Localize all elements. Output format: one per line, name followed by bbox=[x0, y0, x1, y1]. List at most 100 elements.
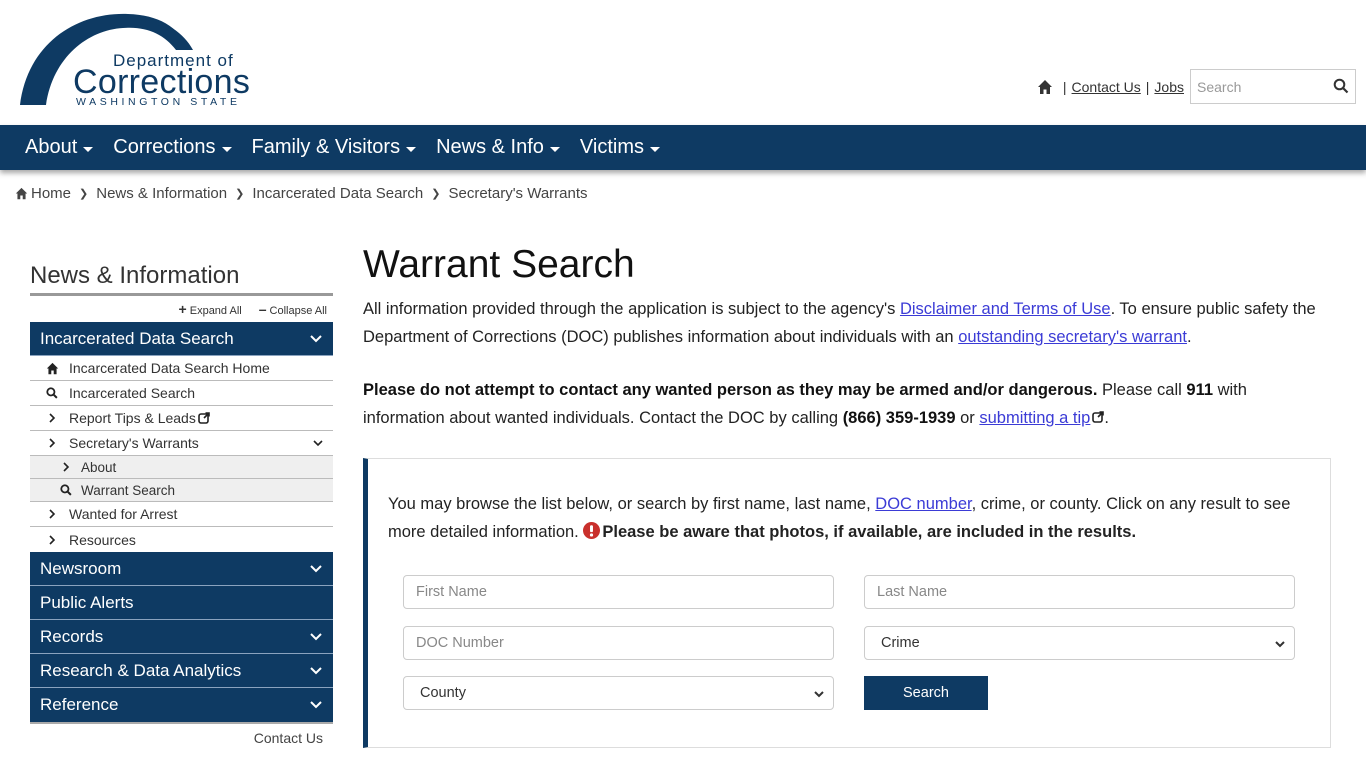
last-name-input[interactable] bbox=[865, 576, 1294, 608]
sidebar-section-public-alerts[interactable]: Public Alerts bbox=[30, 586, 333, 620]
site-search bbox=[1190, 69, 1356, 104]
sidebar-section-label: Incarcerated Data Search bbox=[40, 328, 234, 348]
nav-corrections[interactable]: Corrections bbox=[113, 136, 232, 159]
chevron-down-icon[interactable] bbox=[312, 437, 324, 449]
sidebar-item-wanted-for-arrest[interactable]: Wanted for Arrest bbox=[30, 502, 333, 527]
breadcrumb-incarcerated-data-search[interactable]: Incarcerated Data Search bbox=[252, 185, 423, 202]
contact-us-link[interactable]: Contact Us bbox=[1072, 79, 1141, 95]
sidebar-title: News & Information bbox=[30, 262, 333, 296]
sidebar-section-research-data-analytics[interactable]: Research & Data Analytics bbox=[30, 654, 333, 688]
external-link-icon bbox=[198, 412, 210, 424]
sidebar-item-report-tips-leads[interactable]: Report Tips & Leads bbox=[30, 406, 333, 431]
crime-select-value: Crime bbox=[881, 635, 920, 651]
first-name-field bbox=[403, 575, 834, 609]
nav-news-info[interactable]: News & Info bbox=[436, 136, 560, 159]
home-icon[interactable] bbox=[1037, 79, 1053, 95]
external-link-icon bbox=[1092, 411, 1105, 423]
caret-down-icon bbox=[221, 146, 232, 152]
doc-number-link[interactable]: DOC number bbox=[875, 495, 971, 513]
sidebar-item-incarcerated-data-search-home[interactable]: Incarcerated Data Search Home bbox=[30, 356, 333, 381]
expand-all-label: Expand All bbox=[189, 305, 242, 317]
warning-text: Please call bbox=[1097, 381, 1187, 399]
sidebar-section-label: Public Alerts bbox=[40, 592, 134, 612]
sidebar-item-label: About bbox=[81, 459, 117, 475]
crime-select[interactable]: Crime bbox=[864, 626, 1295, 660]
warrant-search-panel: You may browse the list below, or search… bbox=[363, 458, 1331, 748]
outstanding-warrant-link[interactable]: outstanding secretary's warrant bbox=[958, 328, 1187, 346]
county-select-value: County bbox=[420, 685, 466, 701]
breadcrumb-secretarys-warrants[interactable]: Secretary's Warrants bbox=[449, 185, 588, 202]
sidebar-section-label: Records bbox=[40, 626, 104, 646]
breadcrumb: Home ❯ News & Information ❯ Incarcerated… bbox=[15, 185, 588, 202]
breadcrumb-news-information[interactable]: News & Information bbox=[96, 185, 227, 202]
nav-victims-label: Victims bbox=[579, 136, 644, 158]
intro-text: All information provided through the app… bbox=[363, 300, 900, 318]
caret-down-icon bbox=[406, 146, 417, 152]
nav-victims[interactable]: Victims bbox=[580, 136, 660, 159]
caret-down-icon bbox=[650, 146, 660, 152]
sidebar-section-incarcerated-data-search[interactable]: Incarcerated Data Search bbox=[30, 322, 333, 356]
sidebar-item-incarcerated-search[interactable]: Incarcerated Search bbox=[30, 381, 333, 406]
nav-about-label: About bbox=[25, 136, 78, 158]
search-instructions: You may browse the list below, or search… bbox=[388, 490, 1318, 546]
sidebar-contact-us-link[interactable]: Contact Us bbox=[30, 722, 333, 746]
sidebar-item-label: Secretary's Warrants bbox=[69, 435, 199, 451]
caret-down-icon bbox=[549, 146, 560, 152]
nav-family-visitors[interactable]: Family & Visitors bbox=[252, 136, 417, 159]
search-icon bbox=[44, 387, 60, 399]
doc-number-input[interactable] bbox=[404, 627, 833, 659]
sidebar-item-label: Warrant Search bbox=[81, 482, 176, 498]
warning-text: . bbox=[1104, 409, 1109, 427]
logo-line-state: WASHINGTON STATE bbox=[76, 96, 241, 108]
nav-news-info-label: News & Info bbox=[436, 136, 544, 158]
submit-tip-link[interactable]: submitting a tip bbox=[979, 409, 1090, 427]
sidebar-section-reference[interactable]: Reference bbox=[30, 688, 333, 722]
sidebar-item-warrant-search[interactable]: Warrant Search bbox=[30, 479, 333, 502]
last-name-field bbox=[864, 575, 1295, 609]
breadcrumb-home[interactable]: Home bbox=[31, 185, 71, 202]
sidebar-section-newsroom[interactable]: Newsroom bbox=[30, 552, 333, 586]
sidebar-item-secretarys-warrants[interactable]: Secretary's Warrants bbox=[30, 431, 333, 456]
chevron-down-icon[interactable] bbox=[309, 698, 323, 712]
nav-about[interactable]: About bbox=[25, 136, 94, 159]
chevron-down-icon bbox=[814, 691, 824, 698]
page-title: Warrant Search bbox=[363, 243, 635, 286]
doc-logo[interactable]: Department of Corrections WASHINGTON STA… bbox=[18, 12, 258, 112]
site-header: Department of Corrections WASHINGTON STA… bbox=[0, 0, 1366, 125]
site-search-input[interactable] bbox=[1191, 70, 1321, 103]
home-icon bbox=[15, 187, 28, 200]
sidebar-item-label: Incarcerated Data Search Home bbox=[69, 360, 270, 376]
sidebar-item-label: Report Tips & Leads bbox=[69, 410, 196, 426]
search-icon bbox=[58, 484, 74, 496]
county-select[interactable]: County bbox=[403, 676, 834, 710]
separator: | bbox=[1145, 78, 1150, 95]
search-button[interactable]: Search bbox=[864, 676, 988, 710]
chevron-right-icon: ❯ bbox=[79, 188, 89, 200]
jobs-link[interactable]: Jobs bbox=[1154, 79, 1184, 95]
minus-icon: – bbox=[258, 301, 267, 317]
separator: | bbox=[1062, 78, 1067, 95]
search-icon[interactable] bbox=[1333, 78, 1349, 94]
chevron-down-icon[interactable] bbox=[309, 630, 323, 644]
main-content: Warrant Search All information provided … bbox=[363, 240, 1333, 432]
sidebar-item-resources[interactable]: Resources bbox=[30, 527, 333, 552]
nav-family-visitors-label: Family & Visitors bbox=[251, 136, 401, 158]
sidebar: News & Information + Expand All – Collapse… bbox=[30, 262, 333, 746]
intro-paragraph: All information provided through the app… bbox=[363, 295, 1333, 351]
doc-number-field bbox=[403, 626, 834, 660]
sidebar-section-records[interactable]: Records bbox=[30, 620, 333, 654]
expand-all-button[interactable]: + Expand All bbox=[179, 301, 242, 317]
warning-paragraph: Please do not attempt to contact any wan… bbox=[363, 376, 1333, 432]
chevron-down-icon[interactable] bbox=[309, 562, 323, 576]
photos-warning: Please be aware that photos, if availabl… bbox=[602, 523, 1137, 541]
instructions-text: You may browse the list below, or search… bbox=[388, 495, 876, 513]
warning-text: or bbox=[955, 409, 980, 427]
nav-corrections-label: Corrections bbox=[113, 136, 216, 158]
disclaimer-link[interactable]: Disclaimer and Terms of Use bbox=[900, 300, 1111, 318]
first-name-input[interactable] bbox=[404, 576, 833, 608]
chevron-down-icon[interactable] bbox=[309, 332, 323, 346]
chevron-down-icon[interactable] bbox=[309, 664, 323, 678]
sidebar-item-label: Wanted for Arrest bbox=[69, 506, 178, 522]
collapse-all-button[interactable]: – Collapse All bbox=[259, 301, 327, 317]
sidebar-item-about[interactable]: About bbox=[30, 456, 333, 479]
